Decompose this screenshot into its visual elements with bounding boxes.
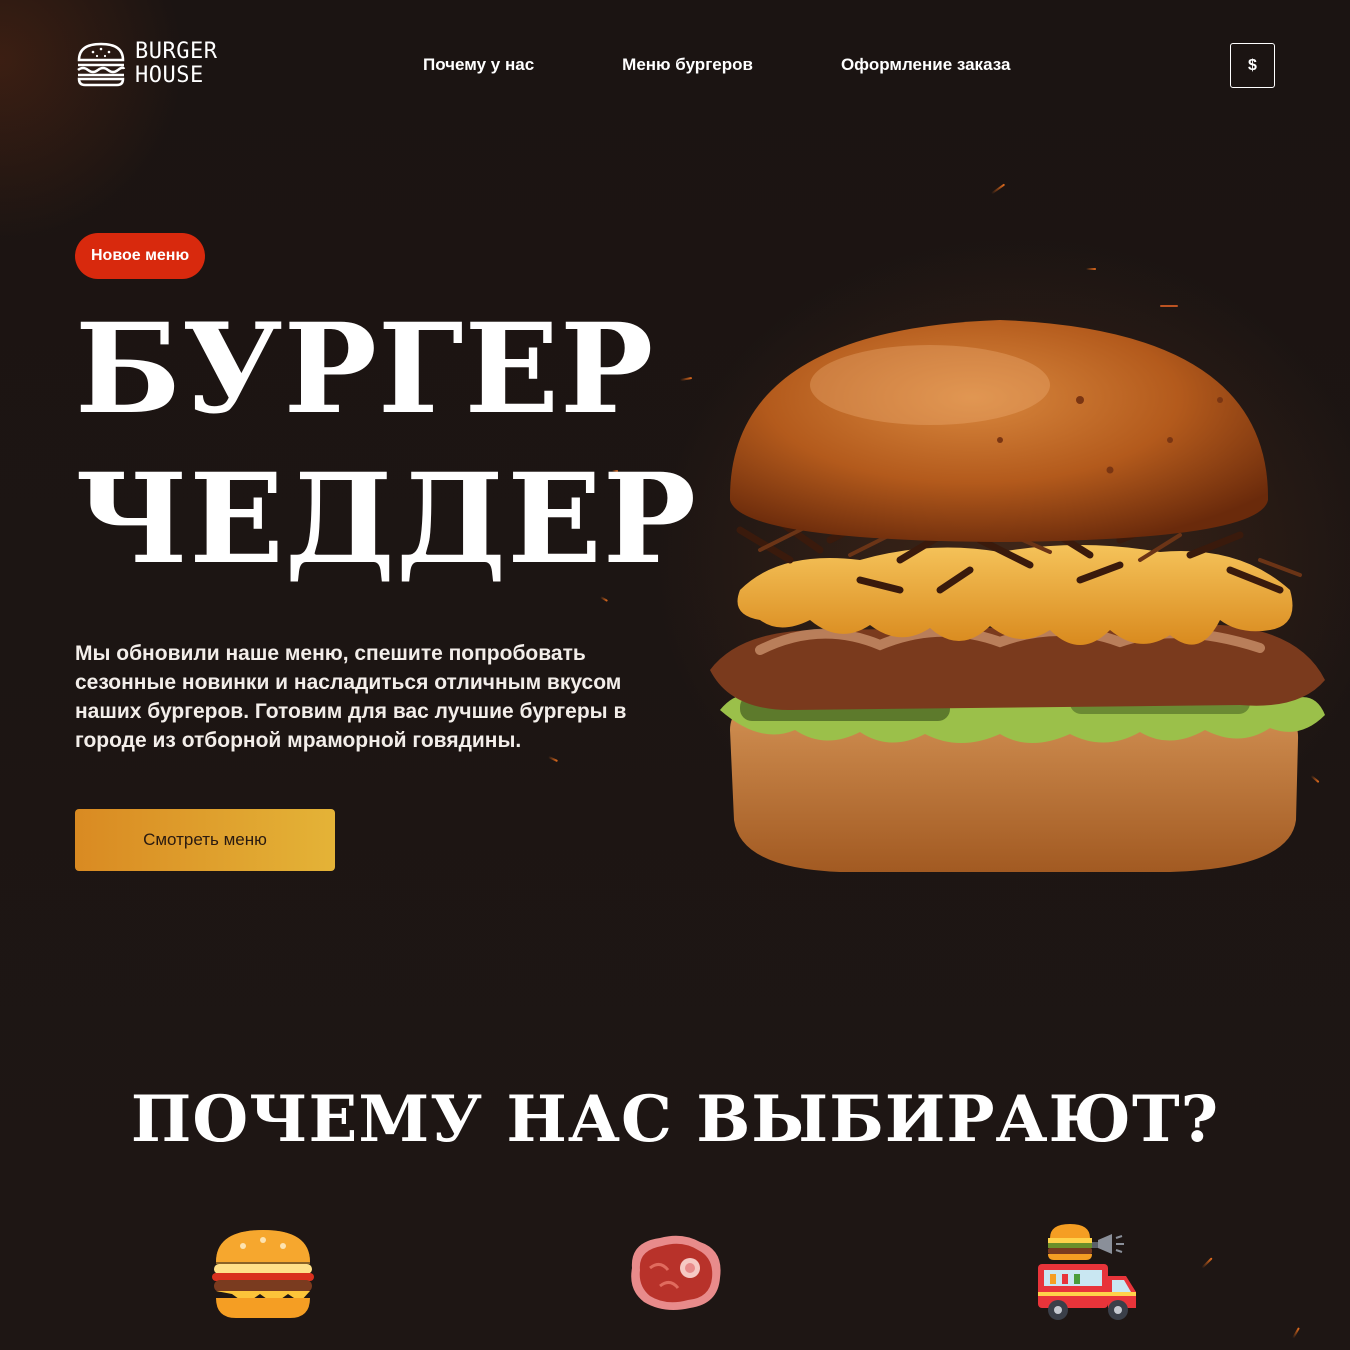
hero-title: БУРГЕР ЧЕДДЕР — [75, 295, 698, 595]
brand-name: BURGER HOUSE — [135, 40, 217, 88]
hero-content: Новое меню БУРГЕР ЧЕДДЕР Мы обновили наш… — [75, 233, 698, 871]
food-truck-icon — [1038, 1224, 1136, 1320]
site-header: BURGER HOUSE Почему у нас Меню бургеров … — [75, 38, 1275, 94]
features-row — [0, 1218, 1350, 1328]
currency-button[interactable]: $ — [1230, 43, 1275, 88]
nav-link-burger-menu[interactable]: Меню бургеров — [622, 55, 753, 75]
hero-title-line1: БУРГЕР — [75, 297, 655, 442]
new-menu-badge: Новое меню — [75, 233, 206, 279]
brand-line1: BURGER — [135, 39, 218, 64]
why-us-title: ПОЧЕМУ НАС ВЫБИРАЮТ? — [130, 1082, 1220, 1157]
hero-description: Мы обновили наше меню, спешите попробова… — [75, 642, 627, 752]
view-menu-button[interactable]: Смотреть меню — [75, 809, 335, 871]
steak-icon — [631, 1235, 721, 1310]
nav-link-checkout[interactable]: Оформление заказа — [841, 55, 1010, 75]
nav-link-why-us[interactable]: Почему у нас — [423, 55, 534, 75]
burger-icon — [212, 1230, 314, 1318]
hero-burger-image — [710, 320, 1325, 872]
brand-logo[interactable]: BURGER HOUSE — [75, 38, 217, 90]
main-nav: Почему у нас Меню бургеров Оформление за… — [423, 55, 1010, 75]
brand-line2: HOUSE — [135, 63, 204, 88]
burger-logo-icon — [77, 42, 126, 87]
hero-title-line2: ЧЕДДЕР — [75, 447, 698, 592]
